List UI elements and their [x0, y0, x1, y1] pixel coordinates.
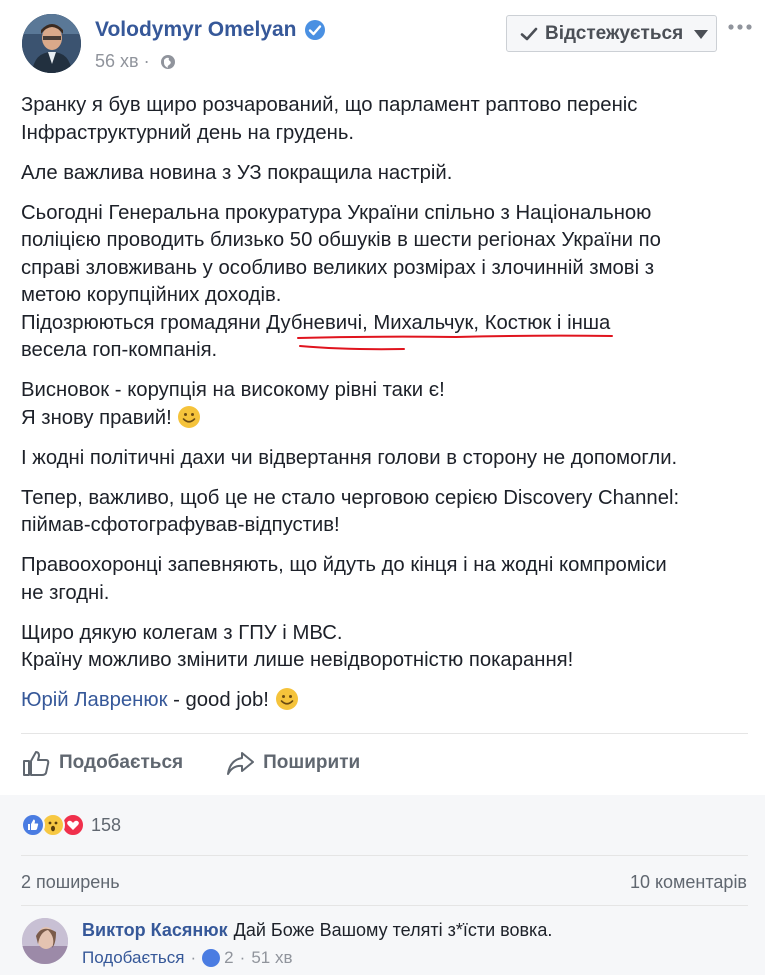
mention-link[interactable]: Юрій Лавренюк: [21, 689, 167, 711]
more-icon[interactable]: [726, 18, 754, 36]
shares-count[interactable]: 2 поширень: [21, 872, 120, 893]
comment-time[interactable]: 51 хв: [251, 948, 292, 968]
check-icon: [520, 27, 538, 40]
comments-count[interactable]: 10 коментарів: [630, 872, 747, 893]
comment-like-button[interactable]: Подобається: [82, 948, 185, 968]
author-name[interactable]: Volodymyr Omelyan: [95, 18, 297, 42]
share-icon: [227, 752, 255, 775]
share-label: Поширити: [263, 752, 361, 773]
comment-author[interactable]: Виктор Касянюк: [82, 920, 228, 940]
globe-icon: [161, 55, 175, 69]
paragraph: Зранку я був щиро розчарований, що парла…: [21, 94, 638, 144]
smile-emoji-icon: [178, 405, 201, 428]
comment-meta: Подобається · 2 · 51 хв: [82, 948, 293, 968]
paragraph: Юрій Лавренюк - good job!: [21, 687, 751, 715]
comment-text: Дай Боже Вашому теляті з*їсти вовка.: [233, 920, 553, 940]
paragraph: Тепер, важливо, щоб це не стало черговою…: [21, 486, 680, 537]
comment: Виктор Касянюк Дай Боже Вашому теляті з*ї…: [82, 920, 552, 941]
like-icon: [23, 751, 50, 776]
post-text: Зранку я був щиро розчарований, що парла…: [21, 92, 751, 727]
paragraph: Щиро дякую колегам з ГПУ і МВС. Країну м…: [21, 621, 574, 672]
like-button[interactable]: Подобається: [21, 748, 183, 778]
author-avatar[interactable]: [22, 14, 81, 73]
post-header: Volodymyr Omelyan 56 хв · Відстежується: [0, 0, 765, 84]
divider: [21, 855, 748, 856]
red-underline-annotation: [297, 334, 613, 351]
reactions-count: 158: [91, 814, 122, 835]
paragraph: І жодні політичні дахи чи відвертання го…: [21, 446, 678, 469]
like-label: Подобається: [59, 752, 184, 773]
commenter-avatar[interactable]: [22, 918, 68, 964]
paragraph: Правоохоронці запевняють, що йдуть до кі…: [21, 554, 667, 604]
post-timestamp[interactable]: 56 хв ·: [95, 51, 150, 72]
like-reaction-icon: [21, 813, 45, 837]
verified-badge-icon: [305, 20, 325, 40]
following-label: Відстежується: [545, 22, 684, 44]
comment-likes-count[interactable]: 2: [224, 948, 233, 968]
divider: [21, 905, 748, 906]
paragraph: Висновок - корупція на високому рівні та…: [21, 379, 445, 429]
post-actions: Подобається Поширити: [21, 745, 402, 781]
smile-emoji-icon: [275, 688, 298, 710]
like-reaction-icon: [202, 949, 221, 967]
following-button[interactable]: Відстежується: [506, 15, 717, 52]
reactions-summary[interactable]: 158: [21, 811, 121, 839]
divider: [21, 733, 748, 734]
share-button[interactable]: Поширити: [225, 748, 360, 778]
paragraph: Але важлива новина з УЗ покращила настрі…: [21, 161, 453, 184]
caret-down-icon: [694, 29, 709, 39]
